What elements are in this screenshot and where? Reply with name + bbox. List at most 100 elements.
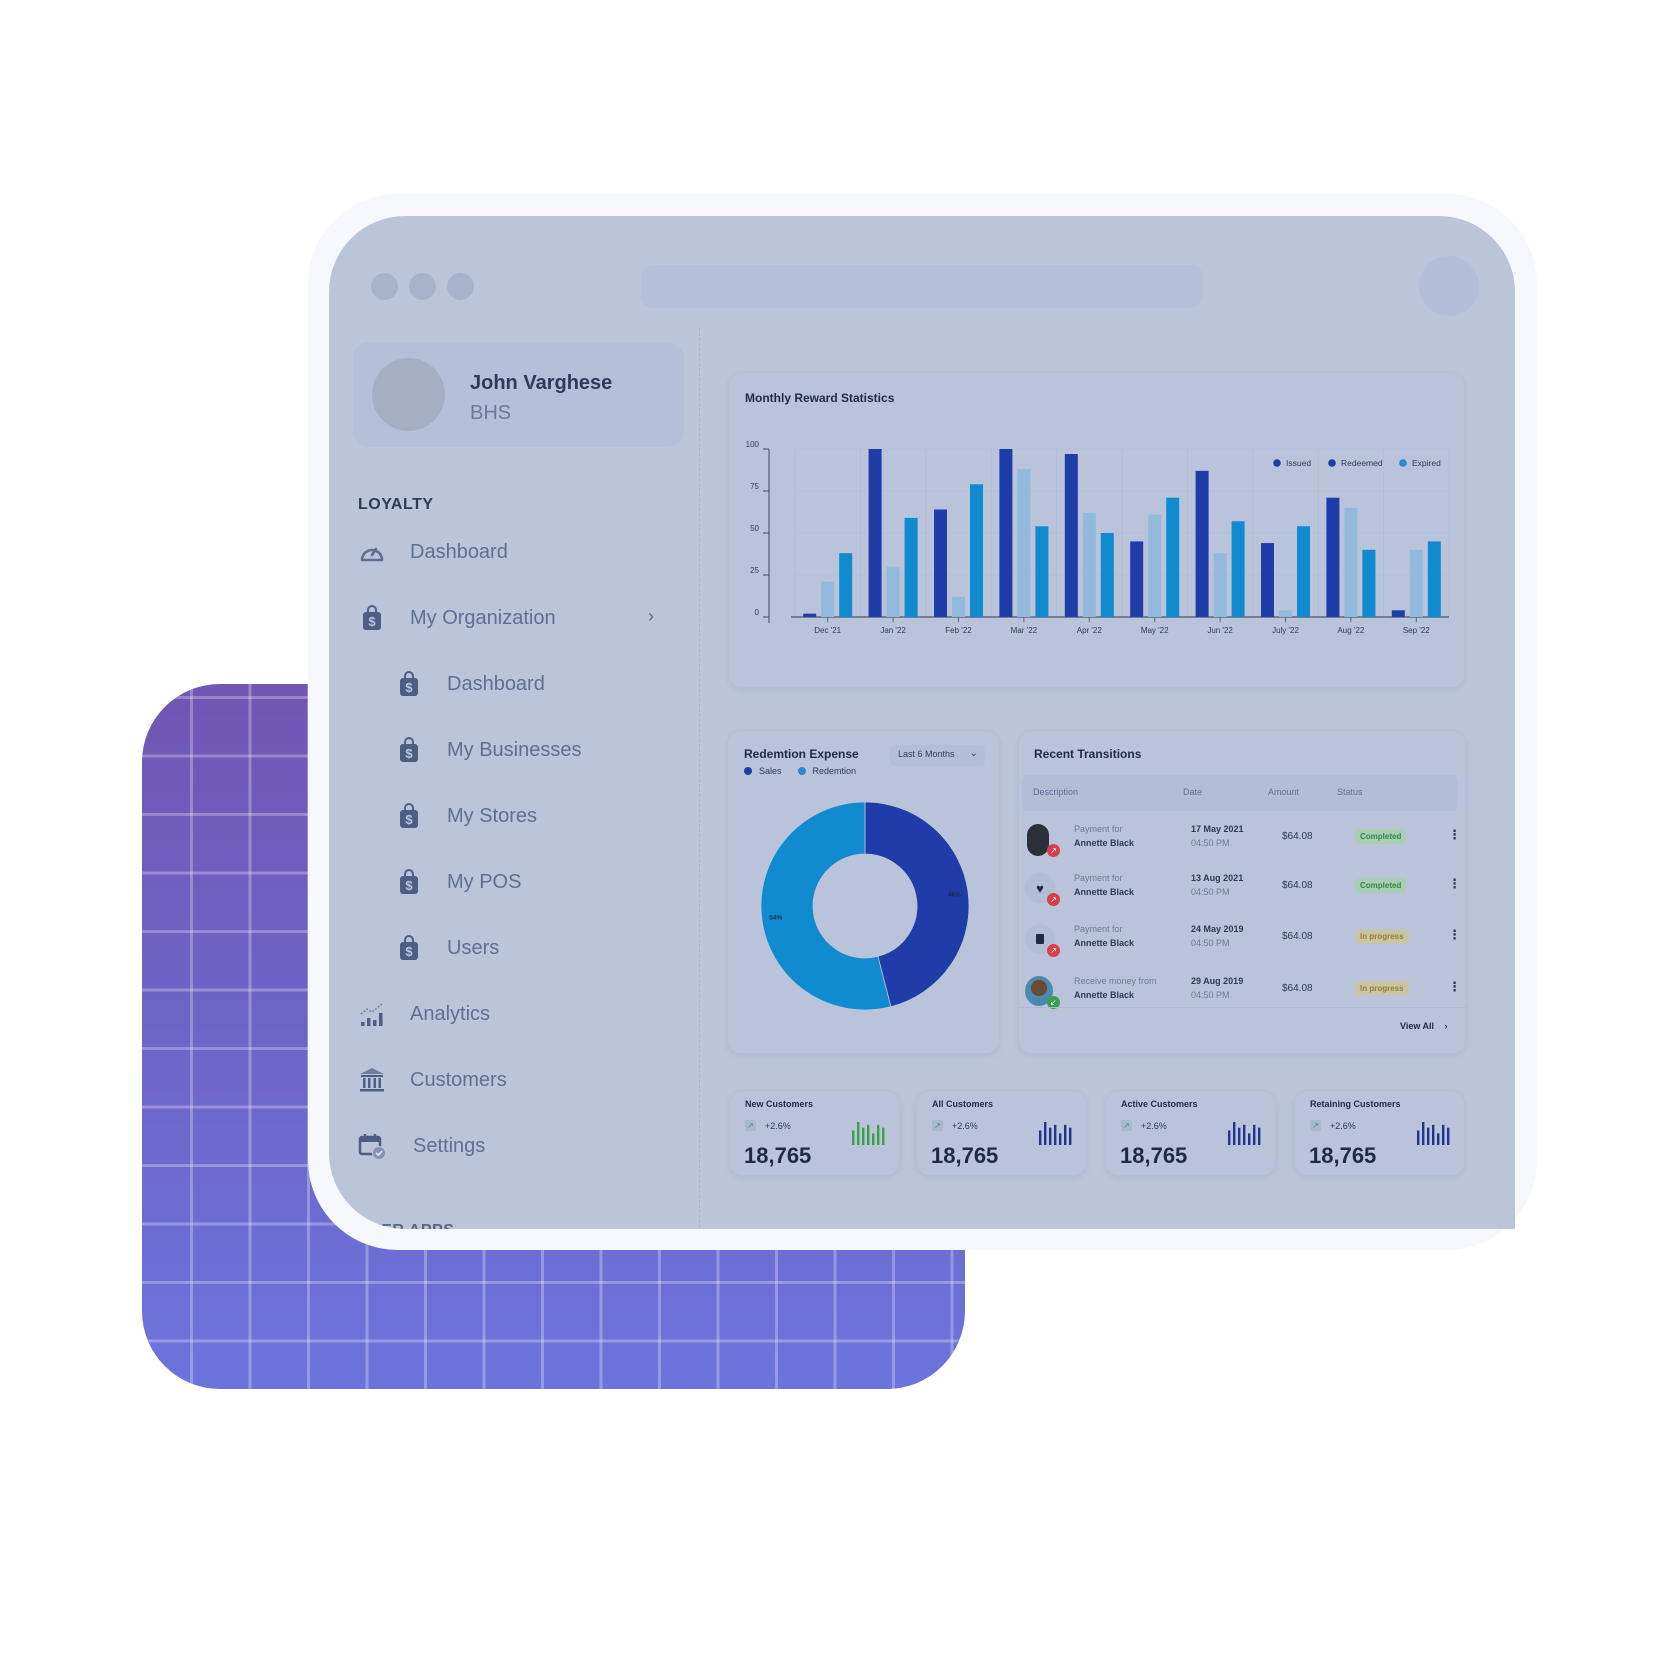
bank-building-icon [358,1066,386,1094]
sparkline [1039,1122,1072,1145]
sidebar-subitem-my-pos[interactable]: $ My POS [395,868,521,896]
sparkline-bar [1039,1130,1042,1145]
outgoing-arrow-icon: ↗ [1047,893,1060,906]
sparkline-bar [1064,1124,1067,1145]
column-header-description: Description [1033,787,1079,797]
sparkline-bar [1059,1133,1062,1145]
shopping-bag-dollar-icon: $ [395,736,423,764]
bar-redeemed [1409,549,1423,617]
more-options-icon[interactable]: ⋮ [1448,979,1461,995]
profile-card[interactable]: John Varghese BHS [353,342,684,447]
svg-text:$: $ [405,944,413,959]
calendar-check-icon [358,1132,386,1160]
transaction-type: Payment for [1074,873,1123,883]
transaction-type: Receive money from [1074,976,1157,986]
bar-redeemed [952,596,965,617]
bar-issued [868,449,882,617]
sidebar-item-my-organization[interactable]: $ My Organization › [358,604,654,632]
bar-issued [934,509,947,617]
sparkline-bar [1054,1124,1057,1145]
sidebar-item-label: My Businesses [447,738,582,761]
stat-card-all-customers[interactable]: All Customers ↗ +2.6% 18,765 [916,1090,1087,1176]
transaction-row[interactable]: ↗ Payment for Annette Black 24 May 2019 … [1019,924,1467,972]
bar-issued [1195,470,1209,617]
sparkline-bar [1253,1124,1256,1145]
y-tick-label: 75 [750,482,759,491]
trend-up-icon: ↗ [745,1120,756,1131]
window-close-dot[interactable] [371,273,398,300]
outgoing-arrow-icon: ↗ [1047,944,1060,957]
address-bar[interactable] [641,265,1203,308]
sparkline [852,1122,885,1145]
sidebar-item-customers[interactable]: Customers [358,1066,507,1094]
sidebar-subitem-my-businesses[interactable]: $ My Businesses [395,736,582,764]
window-minimize-dot[interactable] [409,273,436,300]
bar-expired [839,553,853,617]
status-badge: Completed [1355,829,1407,844]
sparkline-bar [1258,1127,1261,1145]
transaction-amount: $64.08 [1282,931,1313,942]
x-tick-label: Jun '22 [1207,626,1233,635]
column-header-status: Status [1337,787,1363,797]
gauge-icon [358,538,386,566]
transaction-row[interactable]: ↙ Receive money from Annette Black 29 Au… [1019,976,1467,1024]
transaction-row[interactable]: ♥ ↗ Payment for Annette Black 13 Aug 202… [1019,873,1467,921]
sparkline-bar [1243,1124,1246,1145]
bar-expired [1231,521,1245,617]
transaction-amount: $64.08 [1282,983,1313,994]
sidebar-item-settings[interactable]: Settings [358,1132,485,1160]
sidebar-subitem-dashboard[interactable]: $ Dashboard [395,670,545,698]
sidebar-item-dashboard[interactable]: Dashboard [358,538,508,566]
sidebar-divider [699,328,700,1229]
user-avatar-button[interactable] [1419,256,1479,316]
bar-redeemed [1017,469,1031,617]
stat-card-new-customers[interactable]: New Customers ↗ +2.6% 18,765 [729,1090,900,1176]
transaction-date: 13 Aug 2021 [1191,873,1244,883]
stat-trend: ↗ +2.6% [932,1120,978,1131]
profile-avatar [372,358,445,431]
monthly-reward-chart-card: Monthly Reward Statistics 0 25 50 75 100 Dec … [728,372,1465,688]
x-tick-label: Jan '22 [880,626,906,635]
sidebar-item-label: Analytics [410,1002,491,1025]
y-tick-label: 0 [755,608,760,617]
status-badge: In progress [1355,929,1409,944]
stat-trend: ↗ +2.6% [1121,1120,1167,1131]
bar-expired [970,484,983,617]
sidebar-item-label: Dashboard [447,672,545,695]
person-photo-avatar [1027,824,1049,856]
stat-change: +2.6% [952,1120,978,1131]
more-options-icon[interactable]: ⋮ [1448,876,1461,892]
window-maximize-dot[interactable] [447,273,474,300]
svg-text:$: $ [405,878,413,893]
bar-issued [1130,541,1144,617]
profile-name: John Varghese [470,372,613,394]
more-options-icon[interactable]: ⋮ [1448,827,1461,843]
sparkline-bar [862,1127,865,1145]
bar-redeemed [1213,553,1227,617]
status-badge: Completed [1355,878,1407,893]
sidebar-subitem-my-stores[interactable]: $ My Stores [395,802,537,830]
sidebar-section-title: LOYALTY [358,496,434,513]
svg-text:$: $ [405,746,413,761]
transactions-title: Recent Transitions [1034,747,1142,761]
stat-card-active-customers[interactable]: Active Customers ↗ +2.6% 18,765 [1105,1090,1276,1176]
bar-issued [1391,610,1405,617]
sidebar-subitem-users[interactable]: $ Users [395,934,499,962]
stat-change: +2.6% [1330,1120,1356,1131]
transaction-time: 04:50 PM [1191,887,1230,897]
more-options-icon[interactable]: ⋮ [1448,927,1461,943]
sidebar-section-title-clipped: USER APPS [358,1222,454,1229]
chevron-right-icon[interactable]: › [648,606,654,627]
transaction-date: 17 May 2021 [1191,824,1244,834]
sidebar-item-analytics[interactable]: Analytics [358,1000,490,1028]
view-all-link[interactable]: View All › [1400,1021,1448,1031]
sparkline-bar [1417,1130,1420,1145]
stat-card-retaining-customers[interactable]: Retaining Customers ↗ +2.6% 18,765 [1294,1090,1465,1176]
donut-value-label: 54% [769,914,782,921]
stat-change: +2.6% [765,1120,791,1131]
app-window: John Varghese BHS LOYALTY Dashboard $ My… [329,216,1515,1229]
transaction-row[interactable]: ↗ Payment for Annette Black 17 May 2021 … [1019,824,1467,872]
stat-label: New Customers [745,1099,814,1109]
sparkline-bar [1069,1127,1072,1145]
stat-value: 18,765 [1120,1143,1188,1168]
